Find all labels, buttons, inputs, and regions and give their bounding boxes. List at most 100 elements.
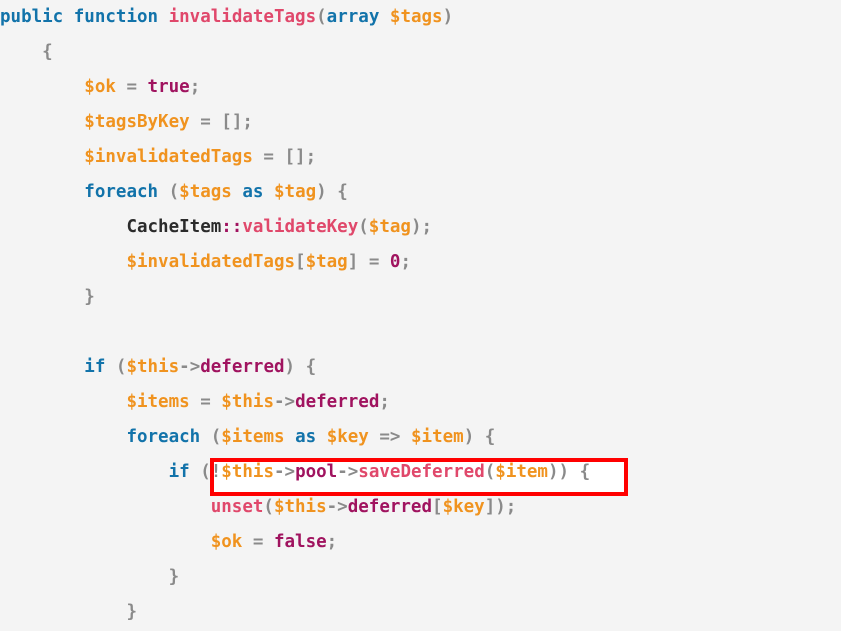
- token-bracket: [];: [221, 112, 253, 132]
- token-keyword-public: public: [0, 7, 64, 27]
- code-line: CacheItem::validateKey($tag);: [0, 210, 432, 245]
- code-line: $ok = true;: [0, 70, 200, 105]
- code-line-blank: [0, 315, 11, 350]
- token-operator-arrow: ->: [337, 462, 359, 482]
- token-brace-close: }: [84, 287, 95, 307]
- token-class-cacheitem: CacheItem: [126, 217, 222, 237]
- token-variable-key: $key: [326, 427, 369, 447]
- token-semicolon: ;: [326, 532, 338, 552]
- token-keyword-as: as: [295, 427, 317, 447]
- token-literal-zero: 0: [389, 252, 401, 272]
- token-operator-not: !: [210, 462, 222, 482]
- token-variable-tagsbykey: $tagsByKey: [84, 112, 190, 132]
- token-brace-open: {: [484, 427, 496, 447]
- token-variable-item: $item: [495, 462, 548, 482]
- token-bracket: [: [295, 252, 306, 272]
- code-line: }: [0, 560, 180, 595]
- code-line: if ($this->deferred) {: [0, 350, 316, 385]
- token-semicolon: ;: [379, 392, 390, 412]
- token-paren: (: [263, 497, 274, 517]
- token-paren: (: [168, 182, 180, 202]
- code-line: $items = $this->deferred;: [0, 385, 390, 420]
- token-variable-this: $this: [273, 497, 327, 517]
- code-line: {: [0, 35, 53, 70]
- token-brace-open: {: [337, 182, 348, 202]
- token-bracket: [];: [284, 147, 317, 167]
- token-operator-arrow: ->: [179, 357, 201, 377]
- token-operator-assign: =: [126, 77, 137, 97]
- token-brace-open: {: [305, 357, 317, 377]
- token-keyword-array: array: [326, 7, 380, 27]
- token-operator-assign: =: [200, 112, 211, 132]
- token-function-unset: unset: [210, 497, 264, 517]
- code-line: }: [0, 595, 137, 630]
- token-variable-tag: $tag: [305, 252, 348, 272]
- code-line: $invalidatedTags[$tag] = 0;: [0, 245, 411, 280]
- token-variable-tags: $tags: [389, 7, 443, 27]
- token-keyword-foreach: foreach: [84, 182, 159, 202]
- token-bracket: [: [432, 497, 443, 517]
- token-property-deferred: deferred: [200, 357, 285, 377]
- token-keyword-if: if: [168, 462, 190, 482]
- token-operator-assign: =: [263, 147, 274, 167]
- code-viewer[interactable]: public function invalidateTags(array $ta…: [0, 0, 841, 631]
- token-function-name: invalidateTags: [168, 7, 317, 27]
- token-property-deferred: deferred: [347, 497, 433, 517]
- token-paren: ): [316, 182, 327, 202]
- token-operator-doublearrow: =>: [379, 427, 401, 447]
- token-variable-tag: $tag: [274, 182, 317, 202]
- token-paren: (: [316, 7, 327, 27]
- token-blank: [0, 322, 11, 342]
- token-operator-scope: ::: [221, 217, 243, 237]
- code-line: $invalidatedTags = [];: [0, 140, 316, 175]
- token-variable-ok: $ok: [84, 77, 116, 97]
- token-paren: );: [410, 217, 433, 237]
- token-variable-tags: $tags: [179, 182, 232, 202]
- code-line: $tagsByKey = [];: [0, 105, 253, 140]
- token-variable-invalidatedtags: $invalidatedTags: [84, 147, 253, 167]
- token-bracket: ]: [347, 252, 359, 272]
- code-line: foreach ($items as $key => $item) {: [0, 420, 495, 455]
- token-bracket: ]);: [484, 497, 517, 517]
- token-keyword-foreach: foreach: [126, 427, 201, 447]
- token-variable-tag: $tag: [368, 217, 411, 237]
- token-method-validatekey: validateKey: [242, 217, 359, 237]
- token-operator-assign: =: [200, 392, 211, 412]
- token-semicolon: ;: [189, 77, 201, 97]
- token-keyword-as: as: [242, 182, 264, 202]
- token-paren: (: [484, 462, 496, 482]
- token-variable-this: $this: [221, 392, 274, 412]
- token-brace-open: {: [42, 42, 53, 62]
